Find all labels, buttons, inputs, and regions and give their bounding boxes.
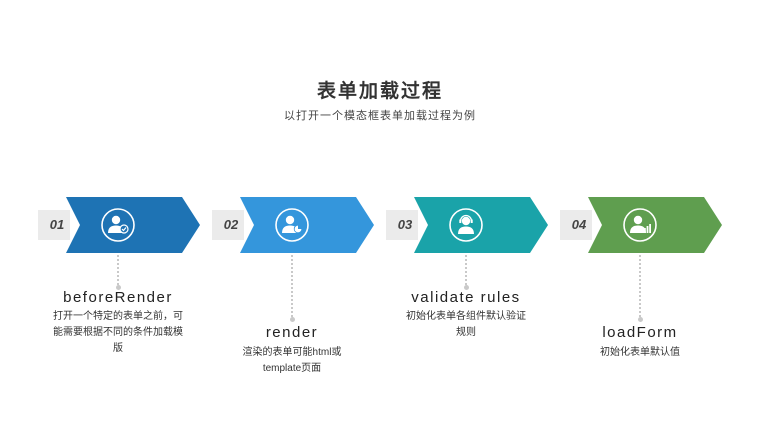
step-2-number: 02	[223, 217, 239, 232]
step-4-arrow: 04	[560, 197, 724, 253]
step-2-chevron	[240, 197, 374, 253]
step-3-connector	[465, 255, 468, 285]
step-1-chevron	[66, 197, 200, 253]
page-subtitle: 以打开一个模态框表单加载过程为例	[284, 110, 476, 122]
step-3-chevron	[414, 197, 548, 253]
page-title: 表单加载过程	[316, 81, 443, 102]
step-3-description: 初始化表单各组件默认验证规则	[406, 311, 526, 338]
step-2-arrow: 02	[212, 197, 376, 253]
step-3-name: validate rules	[411, 289, 521, 306]
step-3-number: 03	[397, 217, 413, 232]
step-1-connector	[117, 255, 120, 285]
step-1-name: beforeRender	[63, 289, 173, 306]
step-2-name: render	[265, 324, 319, 341]
step-3-arrow: 03	[386, 197, 550, 253]
step-4-name: loadForm	[602, 324, 678, 341]
step-2-connector	[291, 255, 294, 317]
step-4-number: 04	[571, 217, 587, 232]
step-4-dot	[638, 317, 643, 322]
step-4-chevron	[588, 197, 722, 253]
step-4-connector	[639, 255, 642, 317]
step-4-description: 初始化表单默认值	[600, 347, 680, 358]
step-1-number: 01	[49, 217, 65, 232]
step-2-description: 渲染的表单可能html或template页面	[242, 347, 342, 374]
step-1-arrow: 01	[38, 197, 202, 253]
step-2-dot	[290, 317, 295, 322]
step-1-description: 打开一个特定的表单之前，可能需要根据不同的条件加载模版	[53, 311, 183, 354]
